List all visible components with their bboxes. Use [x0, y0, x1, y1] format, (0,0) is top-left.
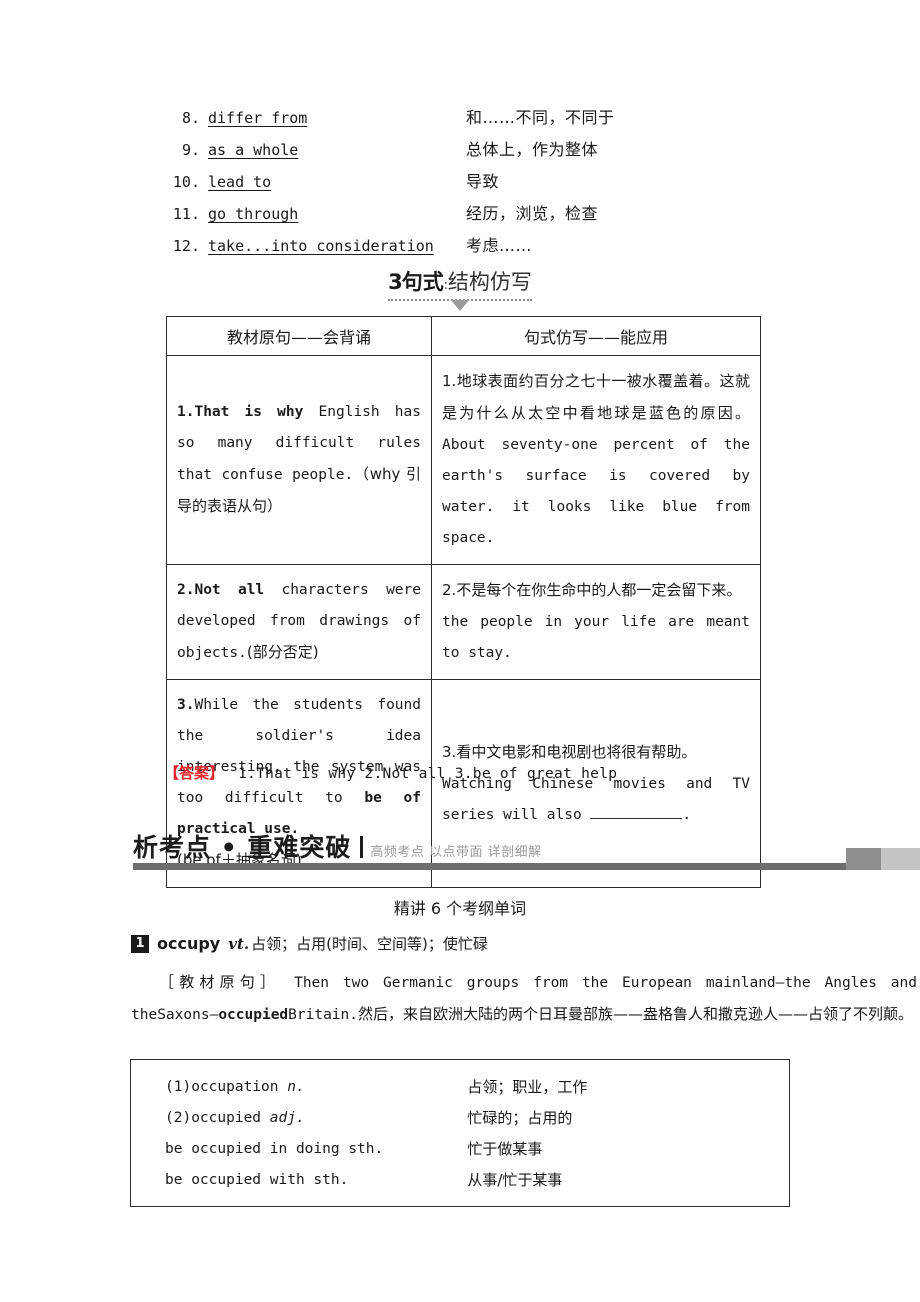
- row-number: 3.: [442, 742, 457, 761]
- phrase-list: 8. differ from 和……不同，不同于 9. as a whole 总…: [166, 104, 766, 264]
- sentence-pattern-table: 教材原句——会背诵 句式仿写——能应用 1.That is why Englis…: [166, 316, 761, 888]
- banner-subtitle: 高频考点 以点带面 详剖细解: [370, 845, 542, 860]
- banner-block-light: [881, 848, 920, 870]
- cell-original-1: 1.That is why English has so many diffic…: [166, 355, 432, 565]
- list-item: 9. as a whole 总体上，作为整体: [166, 136, 766, 168]
- phrase-number: 9.: [181, 141, 200, 159]
- banner-title-group: 析考点 • 重难突破 高频考点 以点带面 详剖细解: [133, 828, 542, 864]
- row-number: 3.: [177, 697, 195, 713]
- entry-part-of-speech: vt.: [228, 934, 250, 953]
- derivative-meaning-3: 忙于做某事: [467, 1140, 543, 1158]
- answer-label: 【答案】: [164, 764, 225, 782]
- banner-divider: [360, 836, 364, 858]
- cell-imitation-2: 2.不是每个在你生命中的人都一定会留下来。 the people in your …: [431, 564, 761, 680]
- derivative-marker: (2): [165, 1109, 192, 1126]
- section-banner: 析考点 • 重难突破 高频考点 以点带面 详剖细解: [0, 826, 920, 880]
- highlight-phrase: That is why: [194, 404, 304, 420]
- row-number: 1.: [442, 372, 457, 390]
- list-item: 8. differ from 和……不同，不同于: [166, 104, 766, 136]
- banner-block-dark: [846, 848, 881, 870]
- derivative-form-3: be occupied in doing sth.: [131, 1133, 468, 1164]
- row-number: 2.: [442, 581, 457, 599]
- source-english-part2: Britain.: [288, 1007, 358, 1023]
- derivative-word: be occupied with sth.: [165, 1171, 349, 1188]
- table-header-row: 教材原句——会背诵 句式仿写——能应用: [166, 316, 761, 356]
- phrase-chinese: 总体上，作为整体: [466, 140, 599, 159]
- derivative-word: occupation: [191, 1078, 288, 1095]
- list-item: 12. take...into consideration 考虑……: [166, 232, 766, 264]
- list-item: 10. lead to 导致: [166, 168, 766, 200]
- word-entry-header: 1 occupy vt. 占领；占用(时间、空间等)；使忙碌: [131, 932, 911, 955]
- table-row: (2)occupied adj. 忙碌的；占用的: [131, 1102, 790, 1133]
- answer-text: 1.That is why 2.Not all 3.be of great he…: [238, 766, 618, 782]
- grammar-note: (部分否定): [246, 643, 319, 661]
- phrase-number: 10.: [172, 173, 200, 191]
- list-item: 11. go through 经历，浏览，检查: [166, 200, 766, 232]
- english-answer-suffix: .: [682, 806, 692, 823]
- banner-title: 析考点 • 重难突破: [133, 833, 352, 862]
- derivative-meaning-4: 从事/忙于某事: [467, 1171, 563, 1189]
- document-page: 8. differ from 和……不同，不同于 9. as a whole 总…: [0, 0, 920, 1302]
- phrase-english: take...into consideration: [208, 237, 434, 255]
- derivative-word: be occupied in doing sth.: [165, 1140, 384, 1157]
- section-heading: 3句式:结构仿写: [0, 266, 920, 311]
- phrase-chinese: 考虑……: [466, 236, 533, 255]
- derivative-word: occupied: [191, 1109, 270, 1126]
- banner-rule: [133, 863, 846, 870]
- answer-line: 【答案】 1.That is why 2.Not all 3.be of grea…: [164, 762, 617, 783]
- derivative-table: (1)occupation n. 占领；职业，工作 (2)occupied ad…: [130, 1059, 790, 1207]
- source-label: ［教材原句］: [159, 973, 281, 991]
- word-entry: 1 occupy vt. 占领；占用(时间、空间等)；使忙碌: [131, 932, 911, 955]
- table-row: (1)occupation n. 占领；职业，工作: [131, 1060, 790, 1103]
- chinese-prompt: 看中文电影和电视剧也将很有帮助。: [456, 742, 697, 761]
- derivative-form-2: (2)occupied adj.: [131, 1102, 468, 1133]
- table-row: be occupied with sth. 从事/忙于某事: [131, 1164, 790, 1207]
- section-heading-number: 3: [388, 270, 403, 294]
- derivative-form-1: (1)occupation n.: [131, 1060, 468, 1103]
- derivative-form-4: be occupied with sth.: [131, 1164, 468, 1207]
- phrase-chinese: 经历，浏览，检查: [466, 204, 599, 223]
- derivative-marker: (1): [165, 1078, 192, 1095]
- highlight-phrase: Not all: [194, 582, 265, 598]
- table-row: 1.That is why English has so many diffic…: [166, 355, 761, 565]
- phrase-english: lead to: [208, 173, 272, 191]
- entry-definition: 占领；占用(时间、空间等)；使忙碌: [251, 935, 488, 953]
- chinese-prompt: 不是每个在你生命中的人都一定会留下来。: [456, 581, 742, 599]
- english-answer: the people in your life are meant to sta…: [442, 614, 750, 661]
- row-number: 2.: [177, 582, 195, 598]
- textbook-source-paragraph: ［教材原句］ Then two Germanic groups from the…: [131, 967, 917, 1031]
- phrase-chinese: 导致: [466, 172, 500, 191]
- row-number: 1.: [177, 404, 195, 420]
- unit-subtitle: 精讲 6 个考纲单词: [393, 899, 527, 918]
- derivative-meaning-2: 忙碌的；占用的: [467, 1109, 573, 1127]
- entry-number-badge: 1: [131, 934, 149, 953]
- phrase-english: as a whole: [208, 141, 299, 159]
- derivative-pos: n.: [287, 1078, 305, 1095]
- entry-word: occupy: [157, 934, 221, 953]
- english-answer: About seventy-one percent of the earth's…: [442, 437, 750, 546]
- derivative-pos: adj.: [269, 1109, 305, 1126]
- derivative-meaning-1: 占领；职业，工作: [467, 1078, 588, 1096]
- triangle-down-icon: [450, 300, 469, 311]
- section-heading-inner: 3句式:结构仿写: [388, 266, 532, 311]
- phrase-english: differ from: [208, 109, 308, 127]
- phrase-english: go through: [208, 205, 299, 223]
- source-bold-word: occupied: [218, 1007, 289, 1023]
- table-row: 2.Not all characters were developed from…: [166, 564, 761, 680]
- answer-blank[interactable]: [590, 805, 683, 819]
- section-heading-subtitle: 结构仿写: [447, 270, 532, 294]
- phrase-number: 11.: [172, 205, 200, 223]
- phrase-chinese: 和……不同，不同于: [466, 108, 615, 127]
- chinese-prompt: 地球表面约百分之七十一被水覆盖着。这就是为什么从太空中看地球是蓝色的原因。: [442, 372, 750, 422]
- cell-original-2: 2.Not all characters were developed from…: [166, 564, 432, 680]
- column-header-imitation: 句式仿写——能应用: [431, 316, 761, 356]
- phrase-number: 12.: [172, 237, 200, 255]
- section-heading-title: 句式: [401, 270, 444, 294]
- cell-imitation-1: 1.地球表面约百分之七十一被水覆盖着。这就是为什么从太空中看地球是蓝色的原因。 A…: [431, 355, 761, 565]
- phrase-number: 8.: [181, 109, 200, 127]
- source-chinese: 然后，来自欧洲大陆的两个日耳曼部族——盎格鲁人和撒克逊人——占领了不列颠。: [358, 1005, 914, 1023]
- table-row: be occupied in doing sth. 忙于做某事: [131, 1133, 790, 1164]
- column-header-original: 教材原句——会背诵: [166, 316, 432, 356]
